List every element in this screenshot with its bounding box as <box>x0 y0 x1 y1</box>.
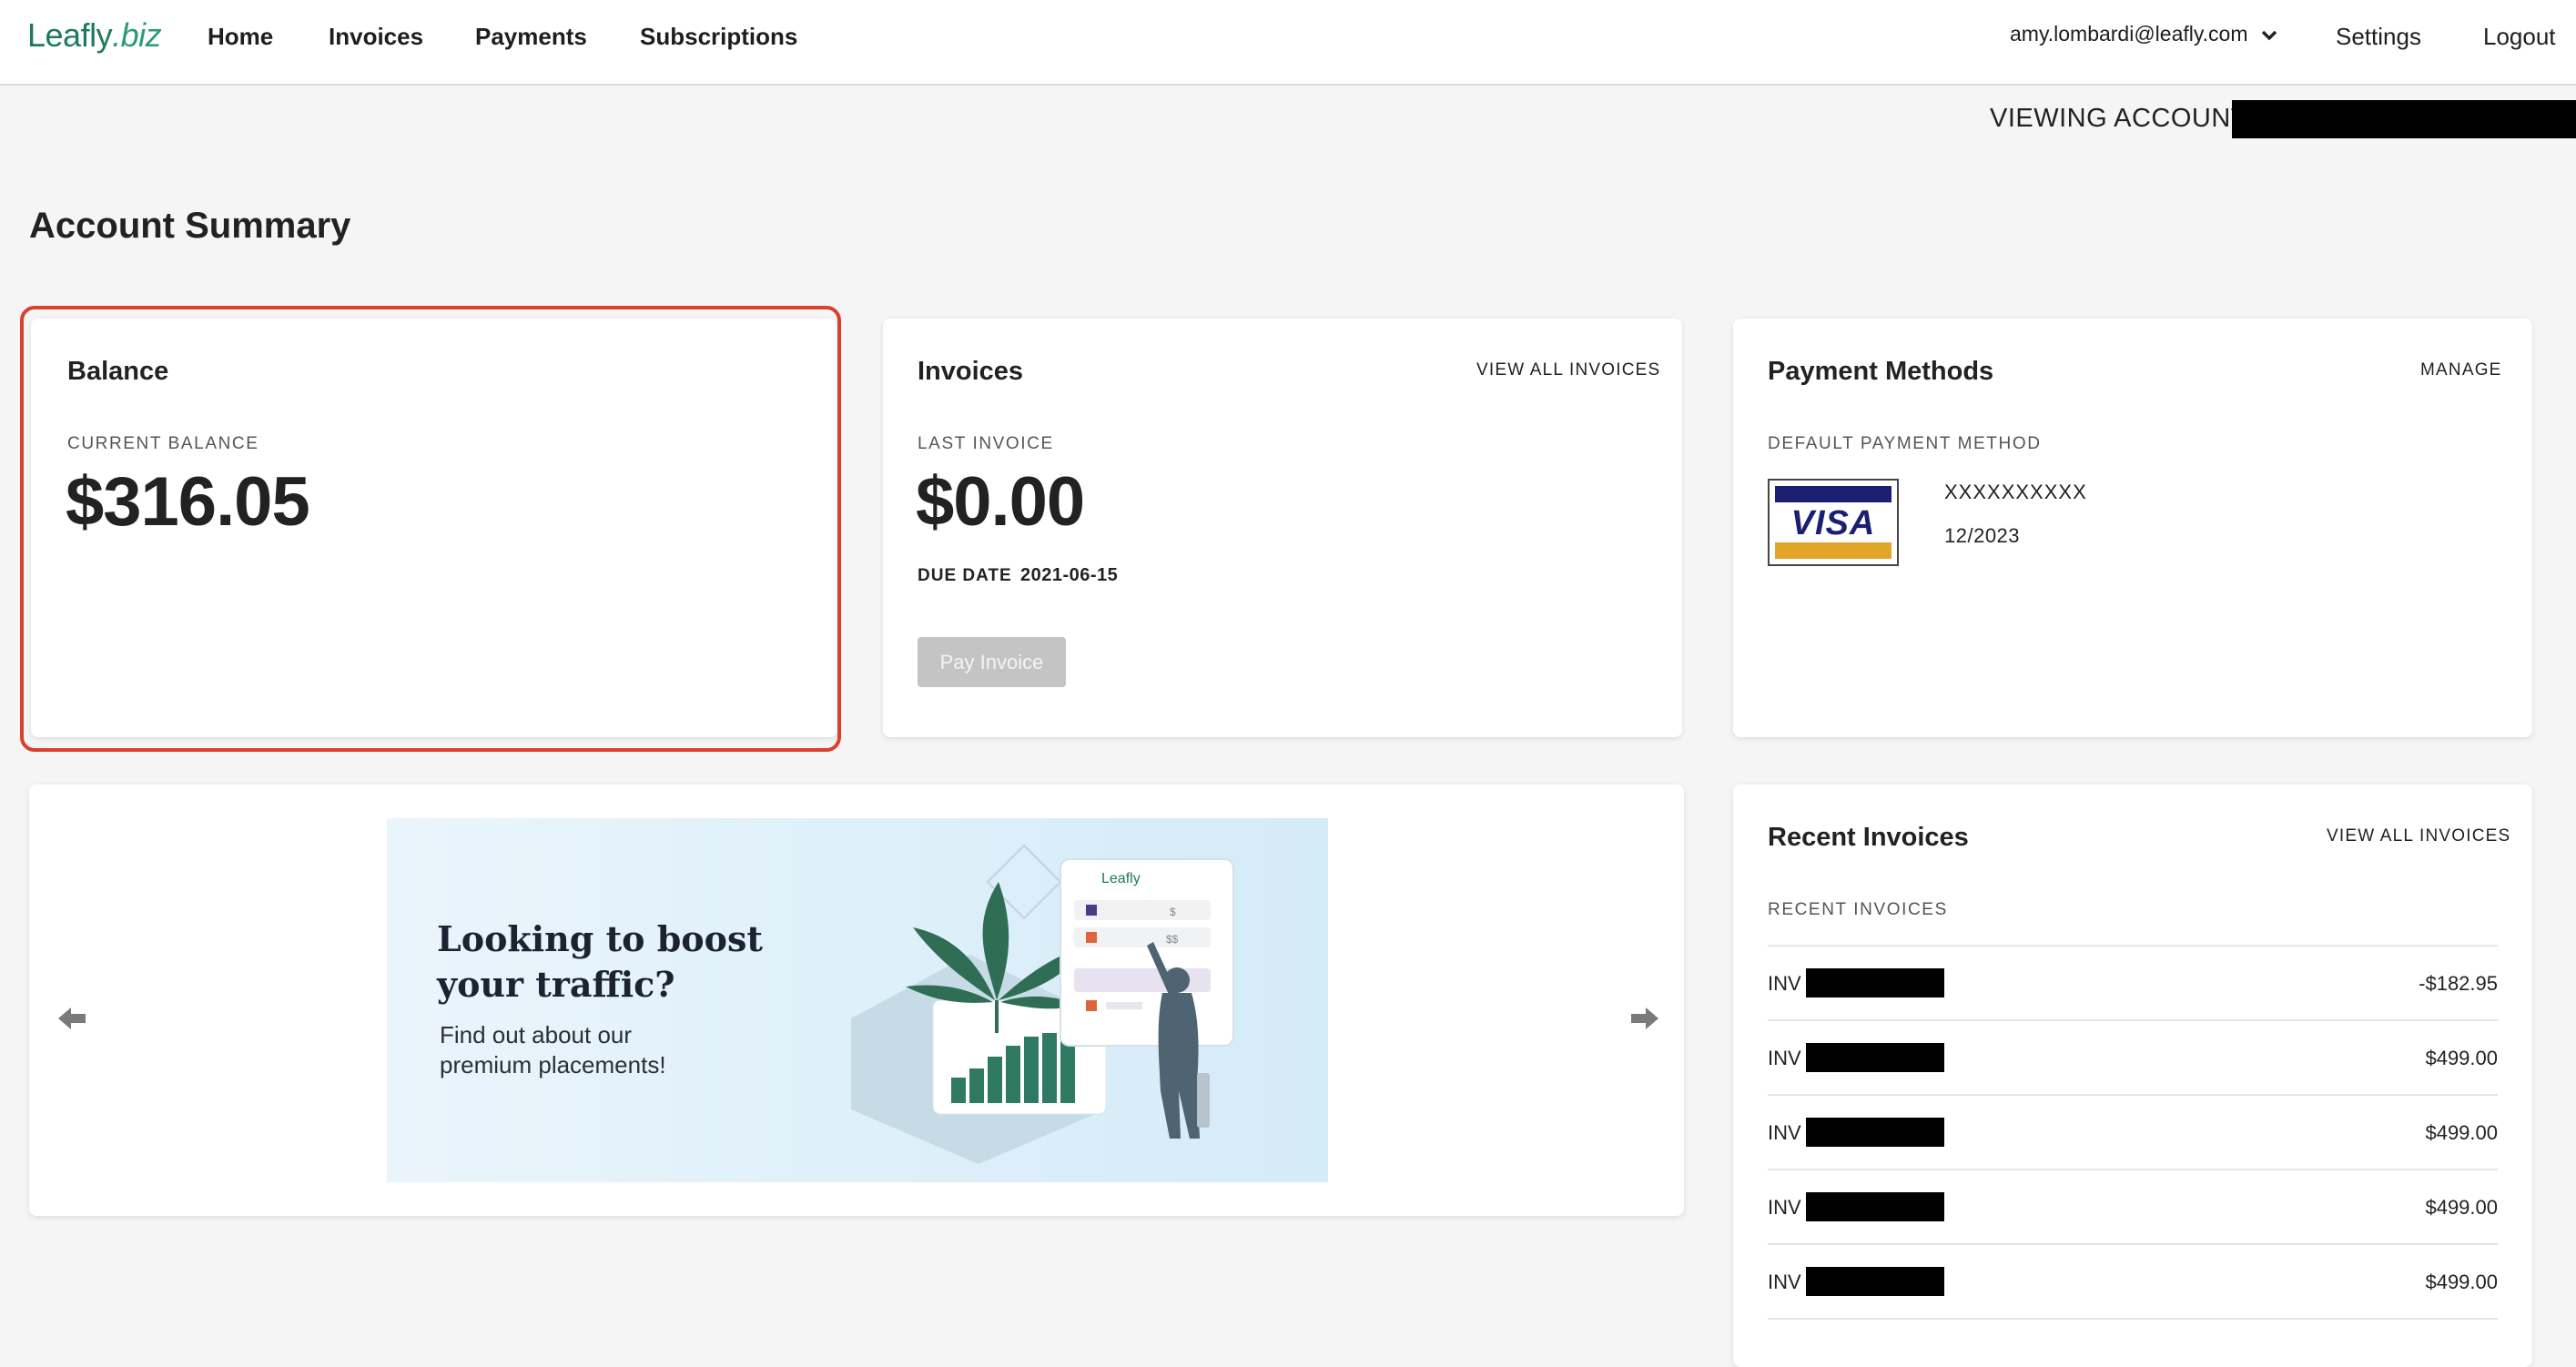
invoice-amount: $499.00 <box>2425 1271 2498 1293</box>
invoices-card-title: Invoices <box>918 357 1024 386</box>
shopping-bag <box>1197 1073 1210 1128</box>
mockup-logo-text: Leafly <box>1101 871 1141 886</box>
leafly-biz-logo[interactable]: Leafly.biz <box>27 16 162 55</box>
invoice-row[interactable]: INV $499.00 <box>1768 1169 2498 1245</box>
invoice-number-prefix: INV <box>1768 1271 1801 1293</box>
invoice-row[interactable]: INV $499.00 <box>1768 1243 2498 1320</box>
logout-link[interactable]: Logout <box>2483 23 2556 51</box>
invoice-row[interactable]: INV $499.00 <box>1768 1019 2498 1096</box>
promo-banner[interactable]: Leafly $ $$ Looking to boost your traffi… <box>387 818 1328 1182</box>
manage-payment-methods-link[interactable]: MANAGE <box>2420 360 2502 380</box>
view-all-invoices-link[interactable]: VIEW ALL INVOICES <box>1476 360 1660 380</box>
invoice-number-prefix: INV <box>1768 1121 1801 1144</box>
redacted-account-name <box>2232 100 2576 138</box>
viewing-account-label: VIEWING ACCOUNT: <box>1990 104 2253 133</box>
visa-wordmark: VISA <box>1790 504 1876 542</box>
promo-headline-line2: your traffic? <box>437 964 675 1005</box>
payment-methods-title: Payment Methods <box>1768 357 1994 386</box>
mockup-price-1: $ <box>1170 906 1176 918</box>
recent-invoices-title: Recent Invoices <box>1768 823 1969 852</box>
card-number: XXXXXXXXXX <box>1944 481 2087 503</box>
invoice-amount: $499.00 <box>2425 1121 2498 1144</box>
nav-home-link[interactable]: Home <box>208 23 273 51</box>
chevron-down-icon <box>2261 30 2277 41</box>
invoice-amount: -$182.95 <box>2419 972 2498 995</box>
arrow-right-icon <box>1631 1008 1658 1029</box>
visa-bottom-band <box>1775 542 1891 559</box>
redacted-invoice-number <box>1806 968 1944 997</box>
invoice-row[interactable]: INV $499.00 <box>1768 1094 2498 1170</box>
top-nav: Leafly.biz Home Invoices Payments Subscr… <box>0 0 2576 86</box>
visa-card-logo: VISA <box>1768 479 1899 566</box>
invoice-row-partial <box>1768 1318 2498 1351</box>
app-mockup <box>1060 858 1234 1047</box>
visa-top-band <box>1775 486 1891 502</box>
nav-subscriptions-link[interactable]: Subscriptions <box>640 23 797 51</box>
nav-payments-link[interactable]: Payments <box>475 23 587 51</box>
redacted-invoice-number <box>1806 1118 1944 1147</box>
invoice-number-prefix: INV <box>1768 1047 1801 1069</box>
user-account-menu[interactable]: amy.lombardi@leafly.com <box>2010 22 2277 46</box>
promo-sub-line2: premium placements! <box>440 1051 666 1078</box>
default-payment-method-label: DEFAULT PAYMENT METHOD <box>1768 434 2042 453</box>
invoice-number-prefix: INV <box>1768 1196 1801 1219</box>
pay-invoice-button[interactable]: Pay Invoice <box>918 637 1066 687</box>
card-expiry: 12/2023 <box>1944 524 2021 547</box>
invoice-row[interactable]: INV -$182.95 <box>1768 945 2498 1021</box>
last-invoice-amount: $0.00 <box>916 463 1085 541</box>
balance-card-title: Balance <box>67 357 169 386</box>
recent-view-all-invoices-link[interactable]: VIEW ALL INVOICES <box>2327 826 2510 846</box>
due-date-value: 2021-06-15 <box>1020 565 1119 585</box>
logo-suffix-text: .biz <box>112 16 162 54</box>
promo-subtext: Find out about our premium placements! <box>440 1020 731 1080</box>
redacted-invoice-number <box>1806 1267 1944 1296</box>
redacted-invoice-number <box>1806 1043 1944 1072</box>
logo-main-text: Leafly <box>27 16 113 54</box>
nav-invoices-link[interactable]: Invoices <box>329 23 423 51</box>
promo-headline-line1: Looking to boost <box>437 918 763 959</box>
recent-invoices-label: RECENT INVOICES <box>1768 900 1948 919</box>
invoice-amount: $499.00 <box>2425 1047 2498 1069</box>
current-balance-label: CURRENT BALANCE <box>67 434 259 453</box>
last-invoice-label: LAST INVOICE <box>918 434 1054 453</box>
mockup-price-2: $$ <box>1166 933 1179 946</box>
promo-sub-line1: Find out about our <box>440 1021 633 1048</box>
invoice-number-prefix: INV <box>1768 972 1801 995</box>
arrow-left-icon <box>58 1008 86 1029</box>
promo-headline: Looking to boost your traffic? <box>437 916 819 1008</box>
page-title: Account Summary <box>29 206 351 246</box>
user-email: amy.lombardi@leafly.com <box>2010 22 2248 46</box>
invoice-amount: $499.00 <box>2425 1196 2498 1219</box>
settings-link[interactable]: Settings <box>2336 23 2421 51</box>
due-date-label: DUE DATE <box>918 566 1012 585</box>
current-balance-amount: $316.05 <box>66 463 310 541</box>
carousel-next-button[interactable] <box>1629 1001 1660 1039</box>
redacted-invoice-number <box>1806 1192 1944 1221</box>
carousel-prev-button[interactable] <box>56 1001 87 1039</box>
